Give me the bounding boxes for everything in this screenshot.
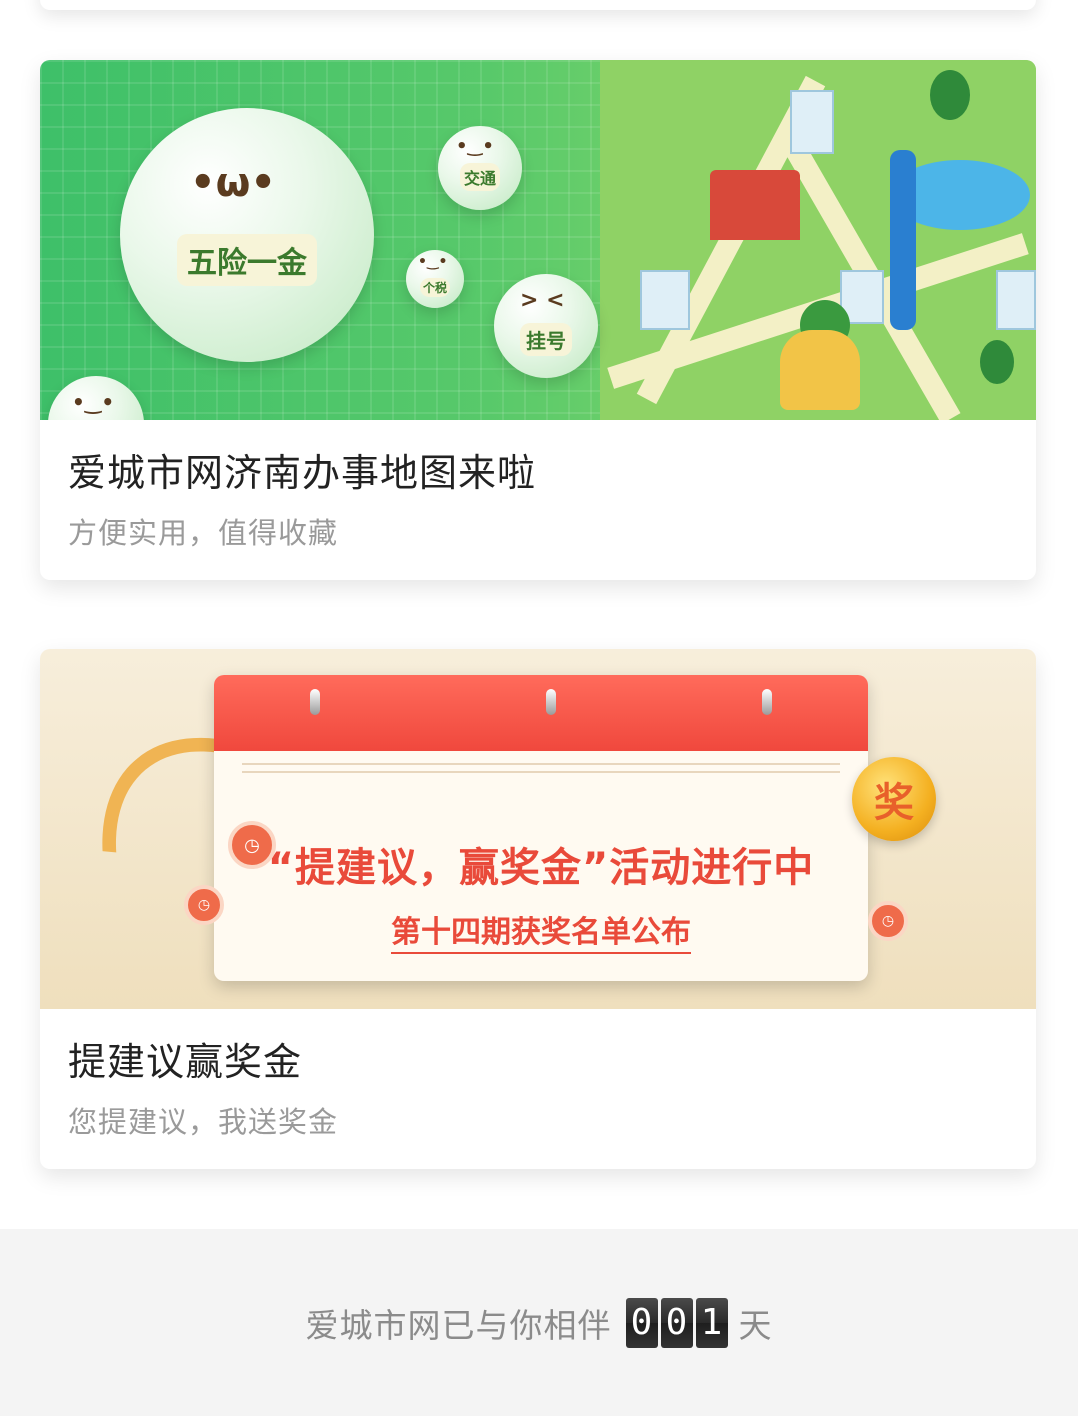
bubble-traffic: •‿• 交通 [438,126,522,210]
footer-suffix-text: 天 [738,1305,773,1345]
footer-prefix-text: 爱城市网已与你相伴 [305,1305,612,1345]
banner-image-service-map: •ω• 五险一金 •‿• 交通 •‿• 个税 > < 挂号 •‿• [40,60,1036,420]
counter-digit: 0 [625,1297,658,1348]
calendar-ring [310,689,320,715]
bubble-registration: > < 挂号 [494,274,598,378]
clock-icon: ◷ [868,901,908,941]
calendar-headline: “提建议，赢奖金”活动进行中 [267,845,815,891]
bubble-label-tax: 个税 [419,277,450,297]
calendar-ring [546,689,556,715]
card-subtitle: 您提建议，我送奖金 [68,1105,339,1139]
reward-medal-icon: 奖 [852,757,936,841]
calendar-subline: 第十四期获奖名单公布 [214,907,868,954]
bubble-five-insurances: •ω• 五险一金 [120,108,374,362]
companion-days-footer: 爱城市网已与你相伴 0 0 1 天 [0,1229,1078,1416]
card-jinan-service-map[interactable]: •ω• 五险一金 •‿• 交通 •‿• 个税 > < 挂号 •‿• 爱城市网济南… [40,60,1036,580]
bubble-label-registration: 挂号 [520,322,572,356]
card-subtitle: 方便实用，值得收藏 [68,516,339,550]
previous-card-edge [40,0,1036,10]
bubble-label-traffic: 交通 [459,163,500,191]
bubble-tax: •‿• 个税 [406,250,464,308]
card-suggestion-reward[interactable]: “提建议，赢奖金”活动进行中 第十四期获奖名单公布 奖 ◷ ◷ ◷ 提建议赢奖金… [40,649,1036,1169]
clock-icon: ◷ [228,821,276,869]
clock-icon: ◷ [184,885,224,925]
calendar-illustration: “提建议，赢奖金”活动进行中 第十四期获奖名单公布 [214,675,868,981]
banner-image-suggestion-reward: “提建议，赢奖金”活动进行中 第十四期获奖名单公布 奖 ◷ ◷ ◷ [40,649,1036,1009]
counter-digit: 0 [660,1297,693,1348]
days-counter: 0 0 1 [625,1297,731,1348]
bubble-face: •ω• [190,160,276,206]
card-title: 提建议赢奖金 [68,1040,303,1084]
counter-digit: 1 [695,1297,728,1348]
city-map-illustration [600,60,1036,420]
card-title: 爱城市网济南办事地图来啦 [68,451,537,495]
bubble-label-five-insurances: 五险一金 [177,234,317,286]
calendar-ring [762,689,772,715]
